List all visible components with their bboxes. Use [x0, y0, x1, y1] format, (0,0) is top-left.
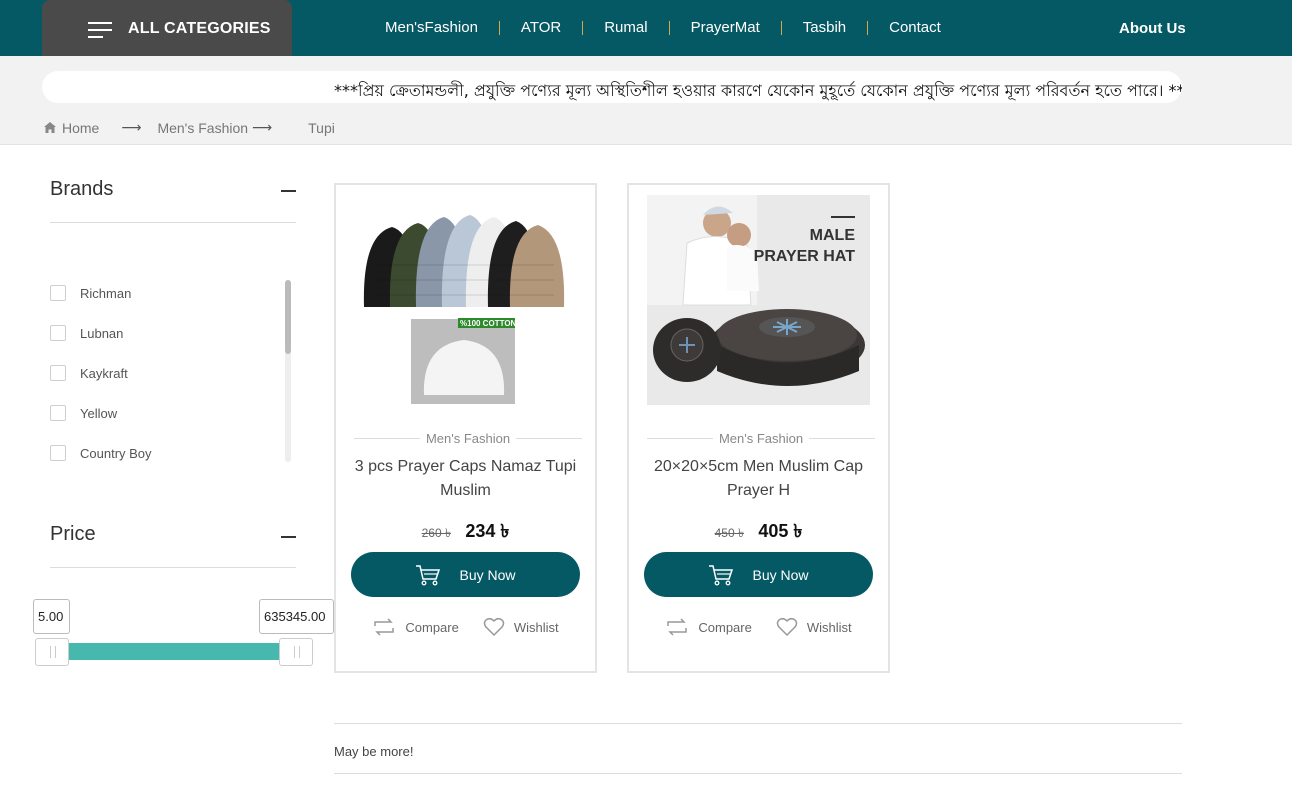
- breadcrumb: Home ⟶ Men's Fashion ⟶ Tupi: [44, 119, 335, 136]
- price-max-handle[interactable]: [279, 638, 313, 666]
- nav-link-tasbih[interactable]: Tasbih: [780, 20, 867, 35]
- svg-text:MALE: MALE: [810, 227, 856, 244]
- compare-icon: [374, 618, 395, 636]
- brand-option-kaykraft[interactable]: Kaykraft: [50, 363, 128, 383]
- product-category: Men's Fashion: [718, 430, 804, 446]
- product-actions: Compare Wishlist: [629, 617, 888, 637]
- breadcrumb-arrow-icon: ⟶: [252, 119, 273, 135]
- product-title[interactable]: 20×20×5cm Men Muslim Cap Prayer H: [641, 455, 876, 503]
- heart-icon: [483, 617, 505, 637]
- all-categories-label: ALL CATEGORIES: [128, 20, 271, 37]
- notice-band: ***প্রিয় ক্রেতামন্ডলী, প্রযুক্তি পণ্যের…: [0, 56, 1292, 145]
- buy-now-label: Buy Now: [459, 566, 516, 583]
- nav-link-rumal[interactable]: Rumal: [582, 20, 668, 35]
- cotton-badge: %100 COTTON: [460, 319, 517, 328]
- notice-text: ***প্রিয় ক্রেতামন্ডলী, প্রযুক্তি পণ্যের…: [334, 81, 1182, 100]
- home-icon: [44, 122, 56, 133]
- prayer-caps-image: %100 COTTON: [354, 195, 577, 405]
- buy-now-label: Buy Now: [752, 566, 809, 583]
- hamburger-menu-icon: [88, 20, 112, 38]
- brand-label: Richman: [80, 285, 132, 301]
- product-image[interactable]: %100 COTTON: [354, 195, 577, 405]
- svg-text:PRAYER HAT: PRAYER HAT: [754, 248, 856, 265]
- about-us-link[interactable]: About Us: [1119, 20, 1186, 37]
- nav-link-prayermat[interactable]: PrayerMat: [668, 20, 781, 35]
- brand-option-richman[interactable]: Richman: [50, 283, 131, 303]
- current-price: 405 ৳: [758, 521, 803, 541]
- divider: [50, 567, 296, 568]
- cart-icon: [709, 564, 734, 585]
- breadcrumb-mens-fashion[interactable]: Men's Fashion: [157, 120, 248, 136]
- checkbox[interactable]: [50, 365, 66, 381]
- brand-label: Kaykraft: [80, 365, 128, 381]
- divider: [50, 222, 296, 223]
- wishlist-label: Wishlist: [513, 619, 559, 635]
- product-category-row: Men's Fashion: [354, 429, 583, 447]
- nav-link-ator[interactable]: ATOR: [498, 20, 582, 35]
- brand-option-country-boy[interactable]: Country Boy: [50, 443, 152, 463]
- product-prices: 450 ৳ 405 ৳: [629, 517, 888, 548]
- wishlist-button[interactable]: Wishlist: [483, 617, 559, 637]
- checkbox[interactable]: [50, 445, 66, 461]
- breadcrumb-arrow-icon: ⟶: [121, 119, 142, 135]
- price-collapse-icon[interactable]: [281, 536, 296, 538]
- compare-button[interactable]: Compare: [372, 617, 459, 637]
- divider: [334, 723, 1182, 724]
- cart-icon: [416, 564, 441, 585]
- heart-icon: [776, 617, 798, 637]
- wishlist-label: Wishlist: [806, 619, 852, 635]
- product-image[interactable]: MALE PRAYER HAT: [647, 195, 870, 405]
- product-title[interactable]: 3 pcs Prayer Caps Namaz Tupi Muslim: [348, 455, 583, 503]
- breadcrumb-home[interactable]: Home: [62, 120, 99, 136]
- buy-now-button[interactable]: Buy Now: [351, 552, 580, 597]
- price-range-track[interactable]: [52, 643, 296, 660]
- main-nav: Men'sFashion ATOR Rumal PrayerMat Tasbih…: [368, 0, 962, 56]
- price-min-input[interactable]: [33, 599, 70, 634]
- old-price: 260 ৳: [421, 526, 451, 540]
- compare-label: Compare: [698, 619, 752, 635]
- nav-link-mens-fashion[interactable]: Men'sFashion: [368, 20, 499, 35]
- product-actions: Compare Wishlist: [336, 617, 595, 637]
- compare-icon: [667, 618, 688, 636]
- all-categories-button[interactable]: ALL CATEGORIES: [42, 0, 292, 56]
- product-prices: 260 ৳ 234 ৳: [336, 517, 595, 548]
- brands-collapse-icon[interactable]: [281, 190, 296, 192]
- divider: [334, 773, 1182, 774]
- brand-label: Yellow: [80, 405, 118, 421]
- brand-filter-list: Richman Lubnan Kaykraft Yellow Country B…: [50, 280, 296, 462]
- compare-button[interactable]: Compare: [665, 617, 752, 637]
- may-be-more-text: May be more!: [334, 744, 414, 759]
- checkbox[interactable]: [50, 405, 66, 421]
- product-card[interactable]: %100 COTTON Men's Fashion 3 pcs Prayer C…: [334, 183, 597, 673]
- price-max-input[interactable]: [259, 599, 334, 634]
- breadcrumb-current: Tupi: [308, 119, 335, 136]
- checkbox[interactable]: [50, 285, 66, 301]
- scrollbar-thumb[interactable]: [285, 280, 291, 354]
- current-price: 234 ৳: [465, 521, 510, 541]
- brand-option-lubnan[interactable]: Lubnan: [50, 323, 123, 343]
- brands-title: Brands: [50, 178, 114, 200]
- notice-marquee: ***প্রিয় ক্রেতামন্ডলী, প্রযুক্তি পণ্যের…: [42, 71, 1182, 103]
- product-category-row: Men's Fashion: [647, 429, 876, 447]
- compare-label: Compare: [405, 619, 459, 635]
- product-card[interactable]: MALE PRAYER HAT Men's Fashion 20×20×5cm …: [627, 183, 890, 673]
- prayer-hat-image: MALE PRAYER HAT: [647, 195, 870, 405]
- price-title: Price: [50, 523, 96, 545]
- wishlist-button[interactable]: Wishlist: [776, 617, 852, 637]
- buy-now-button[interactable]: Buy Now: [644, 552, 873, 597]
- checkbox[interactable]: [50, 325, 66, 341]
- product-category: Men's Fashion: [425, 430, 511, 446]
- nav-link-contact[interactable]: Contact: [867, 20, 962, 35]
- brand-option-yellow[interactable]: Yellow: [50, 403, 117, 423]
- top-navigation-bar: ALL CATEGORIES Men'sFashion ATOR Rumal P…: [0, 0, 1292, 56]
- brand-label: Country Boy: [80, 445, 152, 461]
- price-min-handle[interactable]: [35, 638, 69, 666]
- old-price: 450 ৳: [714, 526, 744, 540]
- brand-label: Lubnan: [80, 325, 124, 341]
